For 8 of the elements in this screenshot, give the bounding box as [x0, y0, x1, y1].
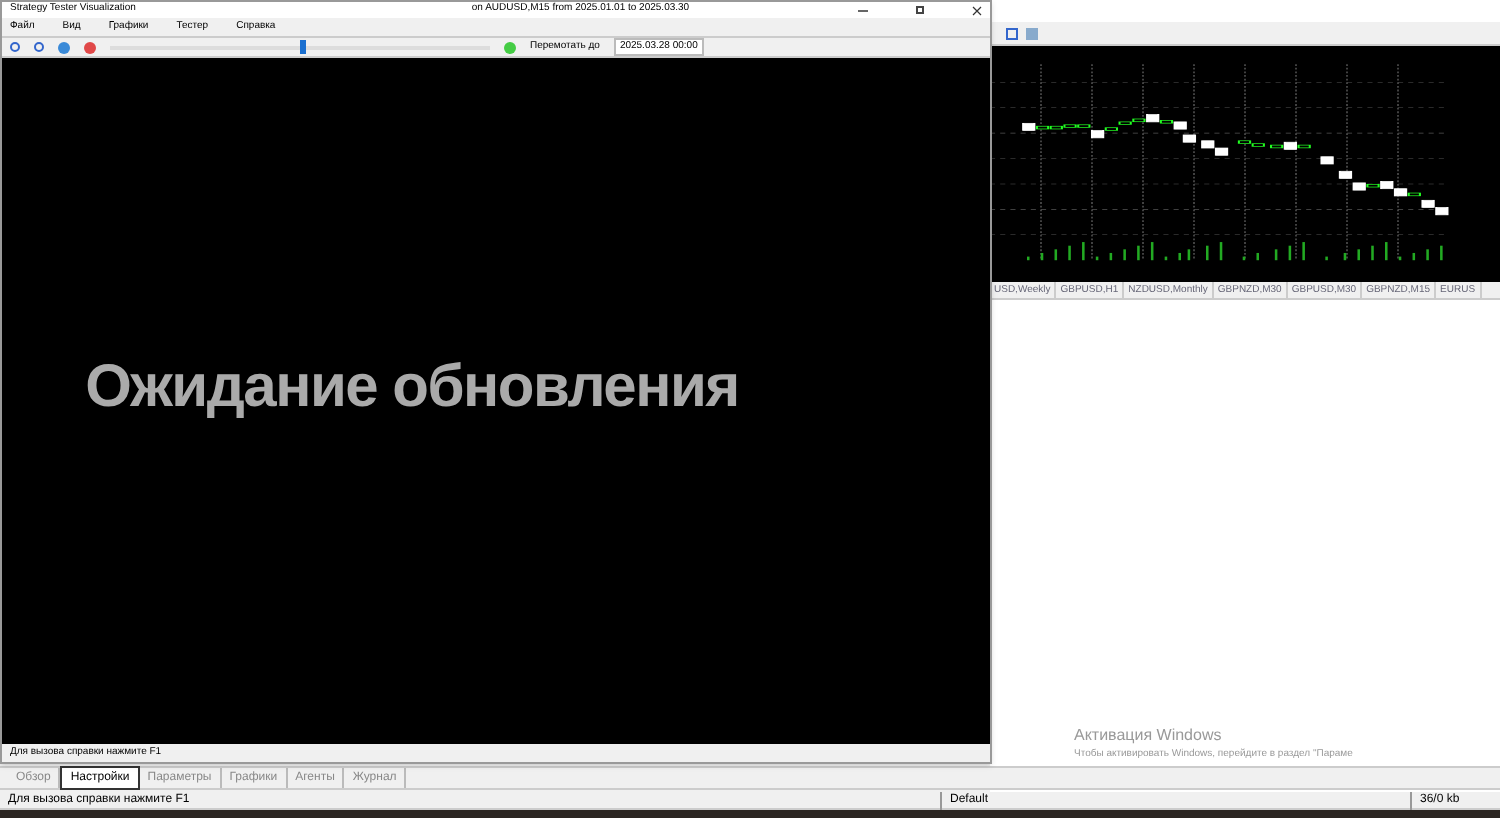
close-icon[interactable] — [972, 5, 982, 15]
minimize-icon[interactable] — [858, 9, 868, 11]
slider-thumb[interactable] — [300, 39, 306, 53]
candle — [1320, 156, 1334, 165]
activation-title: Активация Windows — [1074, 724, 1224, 748]
candle — [1183, 134, 1196, 143]
maximize-icon[interactable] — [916, 6, 924, 14]
waiting-message: Ожидание обновления — [85, 352, 739, 424]
